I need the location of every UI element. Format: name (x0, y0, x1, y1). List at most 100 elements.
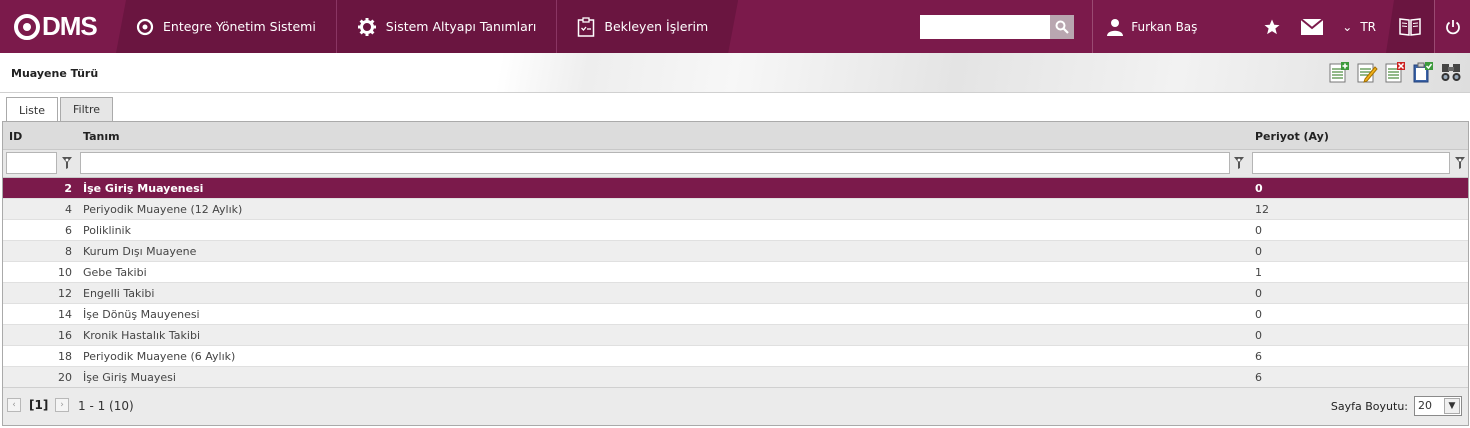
user-icon (1107, 18, 1124, 36)
search-button[interactable] (1050, 14, 1075, 39)
column-header-id[interactable]: ID (9, 130, 22, 143)
cell-tanim: Poliklinik (83, 224, 131, 237)
page-info: 1 - 1 (10) (78, 399, 134, 413)
cell-tanim: Gebe Takibi (83, 266, 147, 279)
page-size-label: Sayfa Boyutu: (1330, 400, 1408, 413)
edit-record-button[interactable] (1356, 61, 1378, 83)
table-row[interactable]: 8 Kurum Dışı Muayene 0 (3, 241, 1468, 262)
column-header-periyot[interactable]: Periyot (Ay) (1255, 130, 1329, 143)
delete-record-button[interactable] (1384, 61, 1406, 83)
next-page-button[interactable]: › (55, 398, 69, 412)
cell-tanim: Periyodik Muayene (12 Aylık) (83, 203, 243, 216)
grid-filter-row (3, 150, 1468, 178)
cell-periyot: 0 (1255, 245, 1262, 258)
menu-entegre-yonetim-sistemi[interactable]: Entegre Yönetim Sistemi (116, 0, 337, 53)
record-toolbar (1328, 61, 1462, 83)
search-input[interactable] (920, 14, 1051, 39)
star-icon (1264, 19, 1280, 34)
page-title: Muayene Türü (11, 67, 99, 80)
language-code: TR (1360, 19, 1376, 34)
current-page[interactable]: [1] (29, 398, 48, 412)
add-document-icon (1329, 62, 1349, 83)
table-row[interactable]: 2 İşe Giriş Muayenesi 0 (3, 178, 1468, 199)
logout-button[interactable] (1434, 0, 1470, 53)
table-row[interactable]: 10 Gebe Takibi 1 (3, 262, 1468, 283)
tab-filtre[interactable]: Filtre (60, 97, 114, 121)
cell-id: 18 (58, 350, 72, 363)
table-row[interactable]: 20 İşe Giriş Muayesi 6 (3, 367, 1468, 388)
cell-periyot: 6 (1255, 371, 1262, 384)
filter-input-id[interactable] (6, 152, 57, 174)
power-icon (1445, 19, 1460, 34)
cell-id: 10 (58, 266, 72, 279)
favorites-button[interactable] (1252, 0, 1292, 53)
grid-body: 2 İşe Giriş Muayenesi 0 4 Periyodik Muayene… (3, 178, 1468, 388)
binoculars-icon (1441, 64, 1461, 81)
page-size-select[interactable]: 20 ▼ (1414, 396, 1462, 416)
cell-id: 4 (65, 203, 72, 216)
cell-periyot: 1 (1255, 266, 1262, 279)
logo-text: DMS (42, 11, 98, 41)
filter-input-periyot[interactable] (1252, 152, 1450, 174)
cell-tanim: İşe Giriş Muayesi (83, 371, 176, 384)
column-header-tanim[interactable]: Tanım (83, 130, 120, 143)
cell-id: 20 (58, 371, 72, 384)
mail-icon (1301, 18, 1324, 35)
clipboard-check-icon (1413, 62, 1433, 83)
cell-id: 16 (58, 329, 72, 342)
table-row[interactable]: 4 Periyodik Muayene (12 Aylık) 12 (3, 199, 1468, 220)
table-row[interactable]: 16 Kronik Hastalık Takibi 0 (3, 325, 1468, 346)
search-icon (1055, 20, 1070, 34)
filter-icon[interactable] (1234, 157, 1244, 169)
cell-periyot: 0 (1255, 329, 1262, 342)
menu-sistem-altyapi-tanimlari[interactable]: Sistem Altyapı Tanımları (337, 0, 558, 53)
grid-pager: ‹ [1] › 1 - 1 (10) Sayfa Boyutu: 20 ▼ (3, 387, 1468, 425)
prev-page-button[interactable]: ‹ (7, 398, 21, 412)
cell-tanim: İşe Giriş Muayenesi (83, 182, 204, 195)
cell-id: 12 (58, 287, 72, 300)
chevron-left-icon: ‹ (12, 400, 16, 410)
cell-periyot: 0 (1255, 287, 1262, 300)
logo-q-icon (14, 13, 40, 40)
tab-liste[interactable]: Liste (6, 97, 58, 122)
user-menu[interactable]: Furkan Baş (1092, 0, 1252, 53)
messages-button[interactable] (1292, 0, 1332, 53)
add-record-button[interactable] (1328, 61, 1350, 83)
menu-bekleyen-islerim[interactable]: Bekleyen İşlerim (557, 0, 728, 53)
cell-id: 14 (58, 308, 72, 321)
cell-periyot: 0 (1255, 182, 1263, 195)
delete-document-icon (1385, 62, 1405, 83)
view-tabs: Liste Filtre (6, 97, 114, 122)
filter-input-tanim[interactable] (80, 152, 1230, 174)
cell-tanim: Periyodik Muayene (6 Aylık) (83, 350, 236, 363)
main-menu: Entegre Yönetim Sistemi Sistem Altyapı T… (116, 0, 738, 53)
cell-periyot: 12 (1255, 203, 1269, 216)
tab-label: Liste (19, 103, 45, 117)
top-navigation-bar: DMS Entegre Yönetim Sistemi Sistem Altya… (0, 0, 1470, 53)
cell-id: 6 (65, 224, 72, 237)
language-selector[interactable]: ⌄ TR (1332, 0, 1386, 53)
chevron-right-icon: › (60, 400, 64, 410)
filter-icon[interactable] (1455, 157, 1465, 169)
copy-record-button[interactable] (1412, 61, 1434, 83)
filter-icon[interactable] (62, 157, 72, 169)
cell-tanim: Kronik Hastalık Takibi (83, 329, 200, 342)
data-grid: ID Tanım Periyot (Ay) 2 İşe Giriş Muayene… (2, 121, 1469, 426)
global-search (920, 0, 1075, 53)
menu-label: Bekleyen İşlerim (604, 19, 709, 34)
page-header: Muayene Türü (0, 53, 1470, 93)
table-row[interactable]: 6 Poliklinik 0 (3, 220, 1468, 241)
chevron-down-icon: ⌄ (1342, 19, 1353, 34)
cell-periyot: 0 (1255, 224, 1262, 237)
logo-circle-icon (136, 18, 154, 36)
search-records-button[interactable] (1440, 61, 1462, 83)
user-name: Furkan Baş (1131, 19, 1198, 34)
table-row[interactable]: 14 İşe Dönüş Mauyenesi 0 (3, 304, 1468, 325)
dms-logo[interactable]: DMS (0, 0, 120, 53)
help-button[interactable] (1386, 0, 1434, 53)
cell-tanim: Kurum Dışı Muayene (83, 245, 197, 258)
book-icon (1399, 17, 1421, 36)
cell-tanim: Engelli Takibi (83, 287, 155, 300)
table-row[interactable]: 12 Engelli Takibi 0 (3, 283, 1468, 304)
table-row[interactable]: 18 Periyodik Muayene (6 Aylık) 6 (3, 346, 1468, 367)
